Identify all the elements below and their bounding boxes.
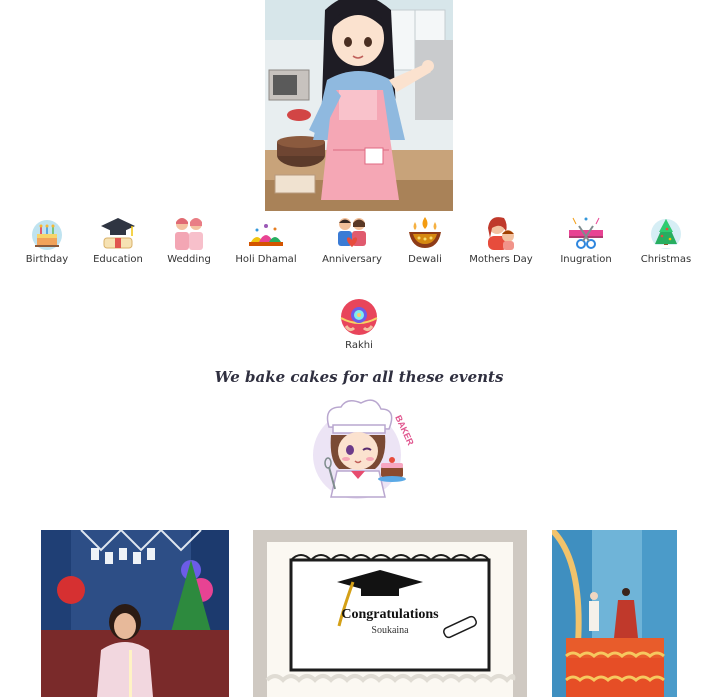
christmas-tree-icon	[650, 219, 682, 249]
wedding-couple-icon	[175, 218, 203, 250]
holi-colors-icon	[249, 224, 283, 246]
event-dewali[interactable]: Dewali	[385, 210, 465, 265]
event-rakhi[interactable]: Rakhi	[319, 298, 399, 351]
event-label: Rakhi	[345, 340, 373, 351]
section-tagline: We bake cakes for all these events	[214, 368, 504, 386]
event-label: Birthday	[25, 254, 69, 265]
event-label: Inugration	[560, 254, 612, 265]
event-christmas[interactable]: Christmas	[626, 210, 706, 265]
gallery-photo-birthday[interactable]	[41, 530, 229, 697]
cake-name-text: Soukaina	[371, 625, 409, 636]
diya-lamp-icon	[409, 217, 441, 248]
event-label: Wedding	[167, 254, 211, 265]
hero-baker-girl-image	[265, 0, 453, 211]
mother-child-icon	[488, 217, 514, 250]
event-holi-dhamal[interactable]: Holi Dhamal	[226, 210, 306, 265]
event-label: Education	[93, 254, 143, 265]
event-label: Dewali	[408, 254, 442, 265]
gallery-photo-wedding-cake[interactable]	[552, 530, 677, 697]
event-label: Holi Dhamal	[235, 254, 297, 265]
event-label: Mothers Day	[469, 254, 533, 265]
event-education[interactable]: Education	[78, 210, 158, 265]
event-anniversary[interactable]: Anniversary	[312, 210, 392, 265]
rakhi-icon	[340, 299, 378, 335]
baker-logo: BAKER	[309, 397, 416, 503]
event-label: Christmas	[640, 254, 692, 265]
events-row: Birthday Education Wedding Holi Dhamal A…	[0, 210, 706, 270]
birthday-cake-icon	[32, 220, 62, 250]
gallery-photo-graduation-cake[interactable]: Congratulations Soukaina	[253, 530, 527, 697]
event-birthday[interactable]: Birthday	[7, 210, 87, 265]
graduation-cap-icon	[101, 218, 135, 249]
anniversary-couple-icon	[338, 218, 366, 247]
event-wedding[interactable]: Wedding	[149, 210, 229, 265]
event-inugration[interactable]: Inugration	[546, 210, 626, 265]
cake-congratulations-text: Congratulations	[341, 607, 439, 622]
event-mothers-day[interactable]: Mothers Day	[461, 210, 541, 265]
event-label: Anniversary	[322, 254, 382, 265]
ribbon-cutting-icon	[569, 217, 603, 249]
